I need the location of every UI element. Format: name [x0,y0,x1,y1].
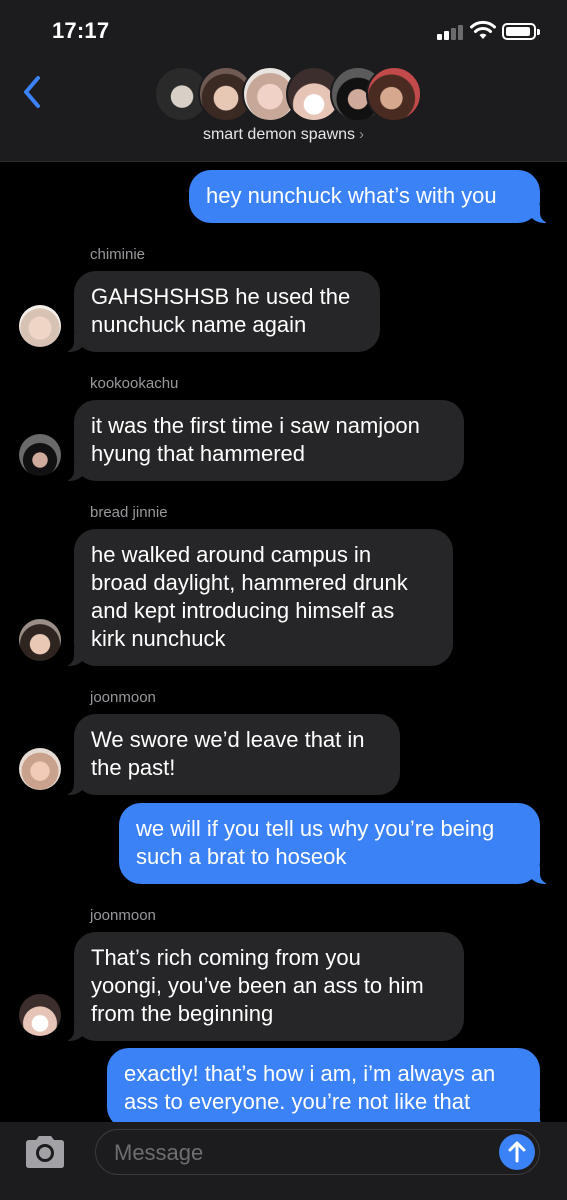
incoming-message[interactable]: That’s rich coming from you yoongi, you’… [62,932,464,1041]
battery-icon [502,23,540,40]
sender-name: kookookachu [90,375,179,392]
avatar[interactable] [19,748,61,790]
outgoing-message[interactable]: hey nunchuck what’s with you [189,170,552,223]
incoming-message[interactable]: it was the first time i saw namjoon hyun… [62,400,464,481]
compose-bar [0,1122,567,1200]
sender-name: bread jinnie [90,504,168,521]
chevron-left-icon[interactable] [16,66,52,114]
avatar[interactable] [19,305,61,347]
message-thread[interactable]: hey nunchuck what’s with you chiminie GA… [0,162,567,1122]
group-avatars[interactable] [154,66,422,122]
avatar [366,66,422,122]
chevron-right-icon: › [359,126,365,143]
sender-name: joonmoon [90,689,156,706]
status-time: 17:17 [52,18,110,43]
group-name-label: smart demon spawns [202,126,356,143]
message-input[interactable] [114,1139,484,1167]
avatar[interactable] [19,434,61,476]
avatar[interactable] [19,619,61,661]
avatar[interactable] [19,994,61,1036]
conversation-header: smart demon spawns › [0,58,567,162]
outgoing-message[interactable]: exactly! that’s how i am, i’m always an … [107,1048,552,1122]
incoming-message[interactable]: GAHSHSHSB he used the nunchuck name agai… [62,271,380,352]
wifi-icon [470,20,496,39]
camera-icon[interactable] [22,1134,68,1170]
outgoing-message[interactable]: we will if you tell us why you’re being … [119,803,552,884]
sender-name: joonmoon [90,907,156,924]
send-button[interactable] [499,1134,535,1170]
group-name[interactable]: smart demon spawns › [0,126,567,144]
arrow-up-icon [508,1141,526,1163]
incoming-message[interactable]: We swore we’d leave that in the past! [62,714,400,795]
cellular-signal-icon [437,24,463,40]
message-field[interactable] [95,1129,540,1175]
sender-name: chiminie [90,246,146,263]
status-bar: 17:17 [0,0,567,58]
incoming-message[interactable]: he walked around campus in broad dayligh… [62,529,453,666]
